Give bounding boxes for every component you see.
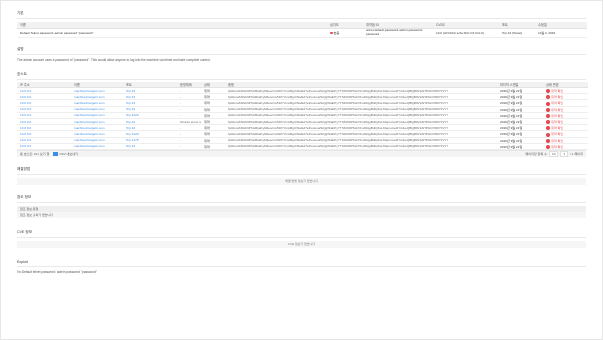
status-change-label: 취약 확인: [551, 101, 564, 106]
section-title-solution: 해결방법: [17, 166, 31, 171]
divider: [17, 236, 586, 238]
hosts-footer: 총 호스트: 10 | 보기 행 CSV 내보내기 페이지당 항목 수 10 1…: [17, 149, 586, 157]
basic-info-row: Default Telnet password: admin password …: [17, 28, 587, 38]
vuln-severity: 높음: [327, 28, 363, 38]
status-change-icon: [546, 144, 550, 149]
divider: [17, 265, 586, 267]
status-change-label: 취약 확인: [551, 113, 564, 118]
hosts-table: IP 주소 이름 포트 운영체제 상태 증명 마지막 스캔일 상태 변경 10.…: [17, 81, 588, 150]
export-csv-label: CSV 내보내기: [59, 152, 78, 157]
host-os: -: [177, 143, 201, 150]
host-proof: fpdAmaSNGh9PhGRkaKyM4earmx51lf7UmvBgJzNw…: [225, 143, 497, 150]
divider: [17, 53, 586, 55]
export-csv-button[interactable]: CSV 내보내기: [53, 151, 78, 156]
status-change-label: 취약 확인: [551, 138, 564, 143]
status-change-label: 취약 확인: [551, 107, 564, 112]
status-change-label: 취약 확인: [551, 95, 564, 100]
status-change-label: 취약 확인: [551, 119, 564, 124]
page-size-select[interactable]: 10: [548, 150, 559, 157]
vuln-cvss: 10.0 (AV:N/AC:L/Au:N/C:C/I:C/A:C): [433, 28, 499, 38]
description-text: The admin account uses a password of "pa…: [17, 57, 211, 62]
status-change-icon: [546, 95, 550, 99]
section-title-references: 참조 정보: [17, 194, 32, 199]
host-name[interactable]: machine0.target1.com: [71, 143, 123, 150]
vuln-port: Tcp 23 (Telnet): [499, 28, 535, 38]
section-title-basic: 기본: [17, 11, 24, 15]
page-total: / 1 페이지: [570, 152, 583, 157]
host-status: 취약: [201, 143, 225, 150]
vuln-severity-label: 높음: [333, 31, 340, 35]
vulnerability-detail-page: 기본 이름 심각도 취약점 ID CVSS 포트 수정일 Default Tel…: [0, 0, 603, 340]
export-icon: [53, 151, 59, 156]
status-change-icon: [546, 101, 550, 106]
host-count: 총 호스트: 10 | 보기 행: [20, 152, 50, 157]
table-row: 10.0.0.0 machine0.target1.com Tcp 23- 취약 fpd…: [17, 143, 588, 150]
section-title-hosts: 호스트: [17, 71, 27, 76]
divider: [17, 173, 586, 175]
host-ip[interactable]: 10.0.0.0: [17, 143, 71, 150]
vuln-id: telnet-default-password-admin-password-p…: [363, 28, 433, 38]
status-change-label: 취약 확인: [551, 89, 564, 93]
page-size-label: 페이지당 항목 수: [525, 152, 547, 157]
status-change-icon: [546, 120, 550, 124]
status-change-label: 취약 확인: [551, 126, 564, 131]
status-change-icon: [546, 126, 550, 130]
hosts-body: 10.0.0.0 machine0.target1.com Tcp 23- 취약 fpd…: [17, 87, 588, 150]
status-change-icon: [546, 132, 550, 136]
section-title-description: 설명: [17, 46, 24, 51]
host-last-scan: 2016년 9월 21일: [497, 143, 543, 150]
severity-icon: [330, 31, 333, 35]
divider: [17, 201, 586, 203]
cve-empty: CVE 정보가 없습니다: [17, 240, 586, 248]
page-number-input[interactable]: 1: [560, 150, 569, 157]
vuln-modified: 11월 4, 2016: [535, 28, 587, 38]
status-change-icon: [546, 107, 550, 112]
host-status-change[interactable]: 취약 확인: [543, 143, 588, 150]
divider: [17, 18, 586, 19]
status-change-icon: [546, 89, 550, 93]
divider: [17, 78, 586, 80]
vuln-name: Default Telnet password: admin password …: [17, 28, 327, 38]
status-change-label: 취약 확인: [551, 132, 564, 137]
status-change-icon: [546, 113, 550, 118]
basic-info-table: 이름 심각도 취약점 ID CVSS 포트 수정일 Default Telnet…: [17, 22, 587, 38]
solution-empty: 해결 방법 정보가 없습니다: [17, 177, 586, 185]
status-change-icon: [546, 138, 550, 143]
refs-value: 참조 정보 출처가 없습니다: [17, 211, 586, 218]
section-title-cve: CVE 정보: [17, 229, 33, 234]
exploit-text: Vn:Default telnet password: admin passwo…: [17, 269, 97, 274]
host-port[interactable]: Tcp 23: [123, 143, 177, 150]
section-title-exploit: Exploit: [17, 259, 28, 264]
status-change-label: 취약 확인: [551, 144, 564, 149]
